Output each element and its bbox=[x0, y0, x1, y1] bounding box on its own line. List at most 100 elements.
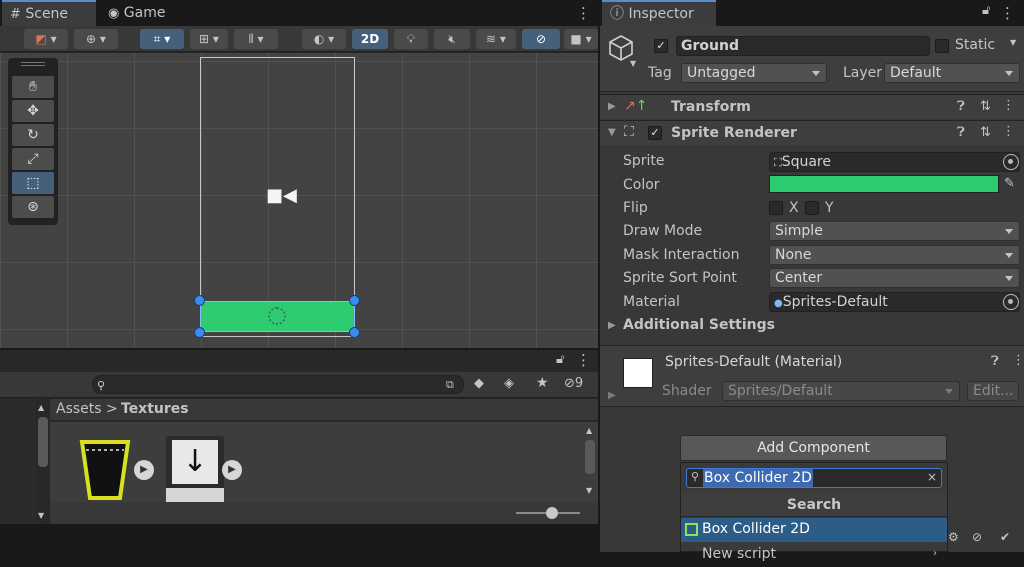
tree-scrollbar-thumb[interactable] bbox=[38, 417, 48, 467]
grid-scroll-down-icon[interactable]: ▼ bbox=[586, 486, 592, 495]
favorite-star-icon[interactable]: ★ bbox=[536, 375, 549, 391]
help-icon[interactable]: ❓︎ bbox=[991, 354, 999, 369]
2d-toggle-button[interactable]: 2D bbox=[352, 29, 388, 49]
component-menu-icon[interactable]: ⋮ bbox=[1002, 98, 1015, 113]
asset-thumbnail-gem[interactable] bbox=[76, 438, 134, 502]
static-checkbox[interactable] bbox=[935, 39, 949, 53]
rotate-tool-button[interactable]: ↻ bbox=[12, 124, 54, 146]
object-picker-icon[interactable] bbox=[1003, 154, 1019, 170]
globe-icon: ⊕ bbox=[86, 32, 97, 46]
grid-snap-button[interactable]: ⌗ ▾ bbox=[140, 29, 184, 49]
hand-tool-button[interactable]: ✋︎ bbox=[12, 76, 54, 98]
audio-toggle-button[interactable]: 🔇︎ bbox=[434, 29, 470, 49]
render-mode-button[interactable]: ⊕ ▾ bbox=[74, 29, 118, 49]
shading-mode-button[interactable]: ◐ ▾ bbox=[302, 29, 346, 49]
sprite-renderer-header[interactable]: ▼ ⛶ ✓ Sprite Renderer ❓︎ ⇅ ⋮ bbox=[600, 120, 1024, 145]
rect-tool-button[interactable]: ⬚ bbox=[12, 172, 54, 194]
move-tool-button[interactable]: ✥ bbox=[12, 100, 54, 122]
component-menu-icon[interactable]: ⋮ bbox=[1002, 124, 1015, 139]
expand-asset-button[interactable]: ▶ bbox=[134, 460, 154, 480]
tree-scroll-down-icon[interactable]: ▼ bbox=[38, 511, 44, 520]
visibility-toggle-button[interactable]: ⊘ bbox=[522, 29, 560, 49]
grid-scroll-up-icon[interactable]: ▲ bbox=[586, 426, 592, 435]
result-box-collider-2d[interactable]: Box Collider 2D bbox=[681, 518, 947, 542]
effects-button[interactable]: ≋ ▾ bbox=[476, 29, 516, 49]
tab-scene[interactable]: # Scene bbox=[2, 0, 96, 26]
debug-icon[interactable]: ⚙ bbox=[948, 530, 959, 544]
align-button[interactable]: ⦀ ▾ bbox=[234, 29, 278, 49]
draw-mode-dropdown[interactable]: Simple bbox=[769, 221, 1020, 241]
camera-settings-button[interactable]: ■ ▾ bbox=[564, 29, 598, 49]
fold-right-icon[interactable]: ▶ bbox=[608, 320, 616, 331]
flip-x-checkbox[interactable] bbox=[769, 201, 783, 215]
transform-header[interactable]: ▶ ↗↑ Transform ❓︎ ⇅ ⋮ bbox=[600, 94, 1024, 119]
project-search-input[interactable]: ⚲ bbox=[92, 375, 464, 394]
tag-dropdown[interactable]: Untagged bbox=[681, 63, 827, 83]
icon-size-slider-thumb[interactable] bbox=[546, 507, 558, 519]
scene-viewport[interactable]: ■◀ bbox=[0, 53, 598, 348]
sprite-renderer-enabled-checkbox[interactable]: ✓ bbox=[648, 126, 662, 140]
clear-search-icon[interactable]: × bbox=[927, 470, 937, 484]
fold-right-icon[interactable]: ▶ bbox=[608, 101, 616, 112]
expand-asset-button-2[interactable]: ▶ bbox=[222, 460, 242, 480]
eyedropper-icon[interactable]: ✎ bbox=[1004, 176, 1015, 191]
resize-handle-bottom-left[interactable] bbox=[194, 327, 205, 338]
object-name-field[interactable]: Ground bbox=[676, 36, 930, 56]
component-search-input[interactable]: ⚲ Box Collider 2D × bbox=[686, 468, 942, 488]
transform-tool-button[interactable]: ⊛ bbox=[12, 196, 54, 218]
help-icon[interactable]: ❓︎ bbox=[957, 99, 965, 114]
filter-type-icon[interactable]: ◆ bbox=[474, 376, 484, 391]
increment-snap-button[interactable]: ⊞ ▾ bbox=[190, 29, 228, 49]
fold-right-icon[interactable]: ▶ bbox=[608, 390, 616, 401]
scale-tool-button[interactable]: ⤢ bbox=[12, 148, 54, 170]
mask-interaction-dropdown[interactable]: None bbox=[769, 245, 1020, 265]
scene-menu-icon[interactable]: ⋮ bbox=[576, 0, 591, 26]
result-new-script[interactable]: New script › bbox=[681, 543, 947, 567]
chevron-down-icon bbox=[1005, 71, 1013, 76]
color-swatch[interactable] bbox=[769, 175, 999, 193]
lighting-toggle-button[interactable]: 💡︎ bbox=[394, 29, 428, 49]
icon-picker-arrow[interactable]: ▼ bbox=[630, 59, 636, 68]
static-dropdown-arrow[interactable]: ▼ bbox=[1010, 38, 1016, 47]
network-off-icon[interactable]: ⊘ bbox=[972, 530, 982, 544]
fold-down-icon[interactable]: ▼ bbox=[608, 127, 616, 138]
presets-icon[interactable]: ⇅ bbox=[980, 99, 991, 114]
breadcrumb-textures[interactable]: Textures bbox=[121, 401, 189, 417]
palette-grip[interactable] bbox=[21, 62, 45, 66]
camera-gizmo-icon[interactable]: ■◀ bbox=[266, 185, 297, 206]
breadcrumb-assets[interactable]: Assets bbox=[56, 401, 102, 417]
help-icon[interactable]: ❓︎ bbox=[957, 125, 965, 140]
sprite-field[interactable]: ⛶Square bbox=[769, 152, 1020, 172]
resize-handle-top-left[interactable] bbox=[194, 295, 205, 306]
status-check-icon[interactable]: ✔ bbox=[1000, 530, 1010, 544]
hidden-packages-button[interactable]: ⊘9 bbox=[564, 376, 583, 391]
asset-thumbnail-arrow[interactable]: ↓ bbox=[166, 436, 224, 502]
resize-handle-bottom-right[interactable] bbox=[349, 327, 360, 338]
grid-scrollbar-thumb[interactable] bbox=[585, 440, 595, 474]
tab-game[interactable]: ◉ Game bbox=[100, 0, 180, 26]
tab-inspector[interactable]: ⓘ Inspector bbox=[602, 0, 716, 26]
inspector-lock-icon[interactable]: 🔓︎ bbox=[982, 3, 990, 18]
pivot-icon[interactable] bbox=[268, 307, 286, 325]
presets-icon[interactable]: ⇅ bbox=[980, 125, 991, 140]
sprite-sort-point-dropdown[interactable]: Center bbox=[769, 268, 1020, 288]
sprite-base bbox=[166, 488, 224, 502]
active-checkbox[interactable]: ✓ bbox=[654, 39, 668, 53]
resize-handle-top-right[interactable] bbox=[349, 295, 360, 306]
material-label: Material bbox=[623, 294, 680, 310]
material-field[interactable]: ●Sprites-Default bbox=[769, 292, 1020, 312]
add-component-button[interactable]: Add Component bbox=[680, 435, 947, 461]
search-window-icon[interactable]: ⧉ bbox=[446, 378, 454, 392]
inspector-menu-icon[interactable]: ⋮ bbox=[1000, 0, 1015, 26]
draw-mode-button[interactable]: ◩ ▾ bbox=[24, 29, 68, 49]
layer-dropdown[interactable]: Default bbox=[884, 63, 1020, 83]
tree-scroll-up-icon[interactable]: ▲ bbox=[38, 403, 44, 412]
flip-y-checkbox[interactable] bbox=[805, 201, 819, 215]
object-picker-icon[interactable] bbox=[1003, 294, 1019, 310]
project-menu-icon[interactable]: ⋮ bbox=[576, 347, 591, 373]
filter-label-icon[interactable]: ◈ bbox=[504, 376, 514, 391]
lock-icon[interactable]: 🔓︎ bbox=[556, 352, 564, 367]
additional-settings-foldout[interactable]: Additional Settings bbox=[623, 317, 775, 333]
folder-tree[interactable]: ▲ ▼ bbox=[0, 399, 48, 524]
component-menu-icon[interactable]: ⋮ bbox=[1012, 353, 1024, 368]
